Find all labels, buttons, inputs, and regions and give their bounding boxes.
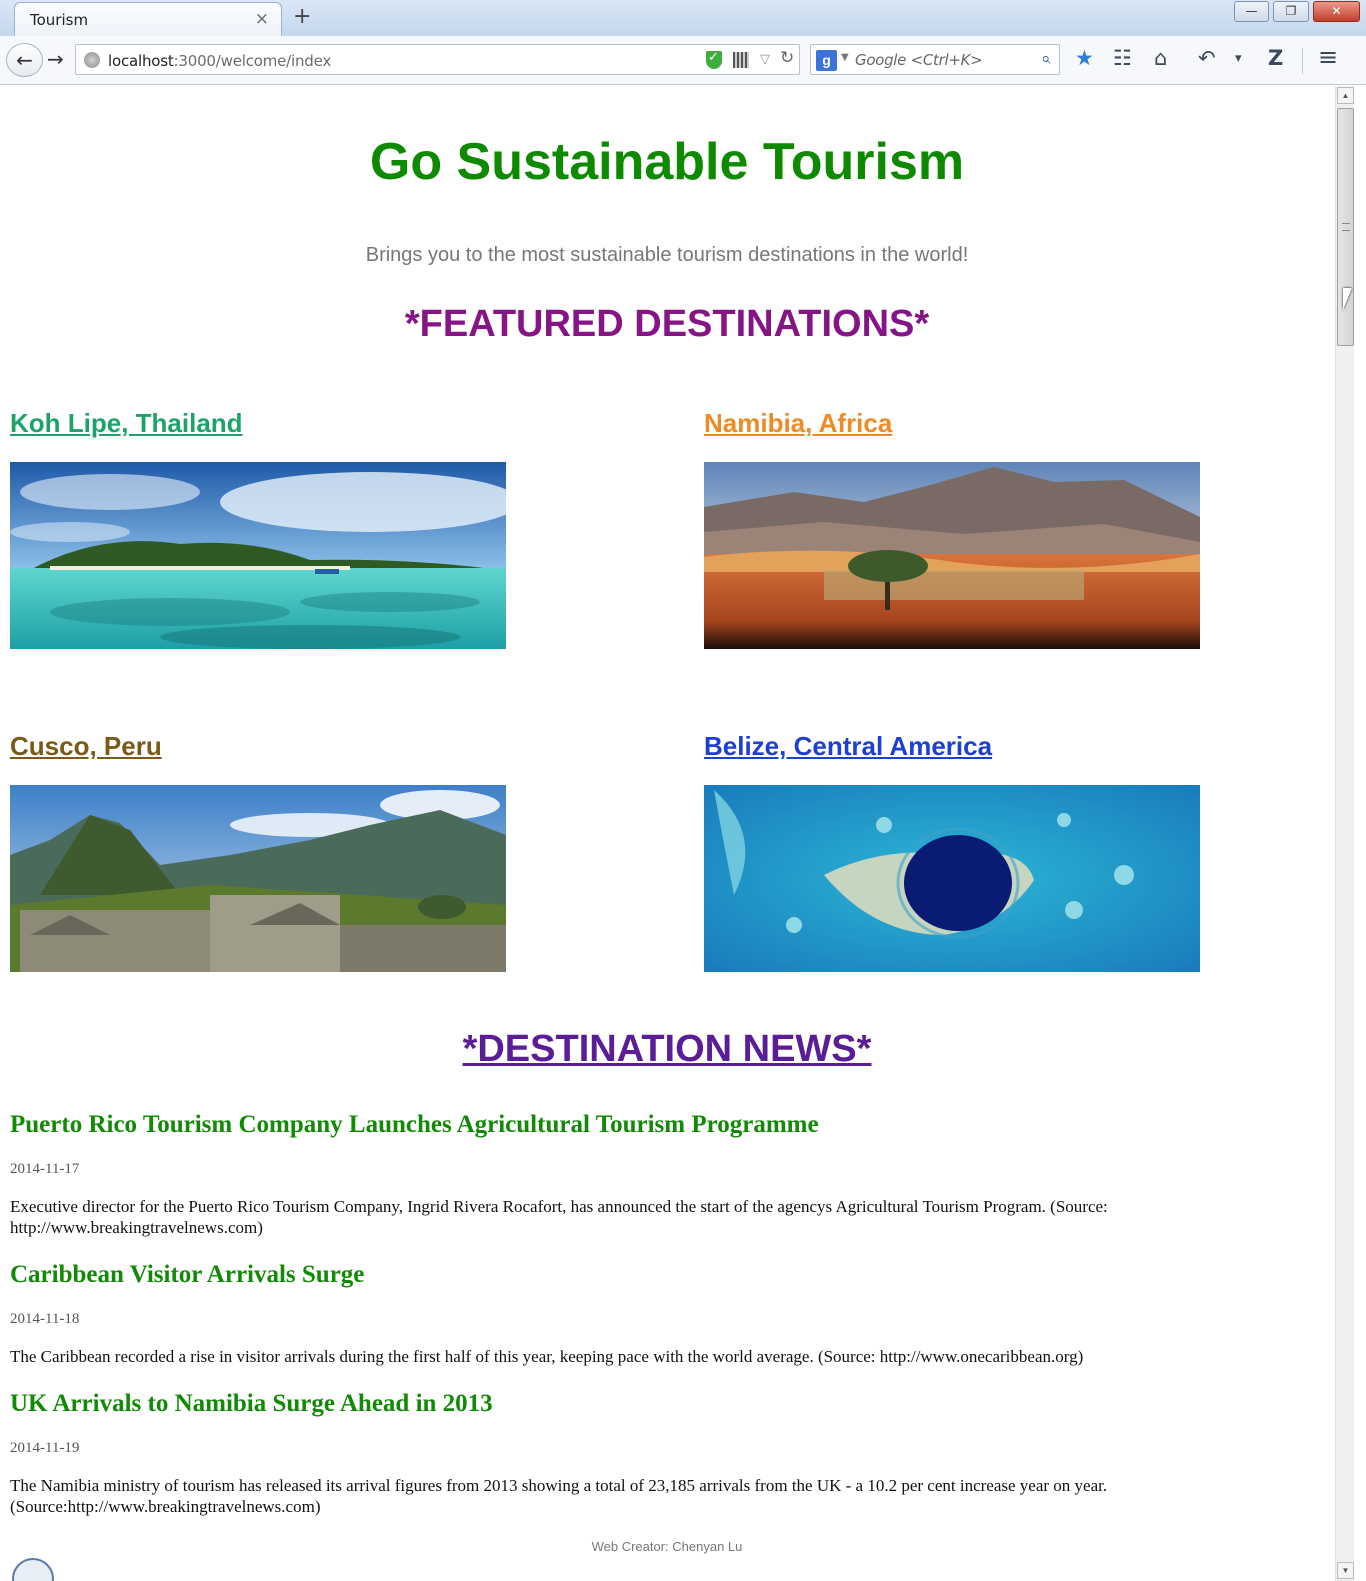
url-host: localhost [108, 52, 174, 70]
vertical-scrollbar[interactable]: ▲ ▼ [1335, 86, 1354, 1581]
corner-badge-icon [12, 1558, 54, 1581]
destination-card: Cusco, Peru [10, 731, 506, 972]
news-heading[interactable]: *DESTINATION NEWS* [0, 1028, 1334, 1071]
url-bar[interactable]: localhost:3000/welcome/index ▽ ↻ [75, 44, 800, 75]
menu-icon[interactable]: ≡ [1318, 43, 1338, 71]
home-icon[interactable]: ⌂ [1154, 46, 1167, 70]
cusco-photo [10, 785, 506, 972]
google-engine-icon[interactable]: g [816, 50, 837, 71]
new-tab-button[interactable]: + [293, 4, 311, 29]
news-headline: Puerto Rico Tourism Company Launches Agr… [10, 1111, 819, 1138]
navigation-toolbar: ← → localhost:3000/welcome/index ▽ ↻ g ▼… [0, 36, 1366, 85]
news-heading-text[interactable]: *DESTINATION NEWS* [463, 1028, 872, 1070]
news-summary: Executive director for the Puerto Rico T… [10, 1197, 1108, 1237]
shield-icon[interactable] [706, 50, 722, 69]
browser-tab[interactable]: Tourism × [14, 2, 282, 36]
news-headline: UK Arrivals to Namibia Surge Ahead in 20… [10, 1390, 493, 1417]
featured-heading: *FEATURED DESTINATIONS* [404, 303, 930, 345]
destination-card: Koh Lipe, Thailand [10, 408, 506, 649]
page-content: Go Sustainable Tourism Brings you to the… [0, 86, 1334, 1581]
namibia-photo [704, 462, 1200, 649]
history-dropdown-icon[interactable]: ▽ [760, 52, 770, 67]
destination-card: Belize, Central America [704, 731, 1200, 972]
zotero-icon[interactable]: Z [1268, 46, 1283, 70]
engine-dropdown-icon[interactable]: ▼ [841, 52, 849, 63]
page-tagline: Brings you to the most sustainable touri… [365, 244, 969, 266]
news-summary: The Caribbean recorded a rise in visitor… [10, 1347, 1084, 1366]
tab-title: Tourism [30, 11, 89, 29]
window-titlebar: Tourism × + — ❐ ✕ [0, 0, 1366, 36]
destination-link-namibia[interactable]: Namibia, Africa [704, 408, 892, 439]
undo-icon[interactable]: ↶ [1198, 46, 1216, 70]
destination-link-cusco[interactable]: Cusco, Peru [10, 731, 162, 762]
search-bar[interactable]: g ▼ Google <Ctrl+K> ⌕ [810, 44, 1060, 75]
page-title: Go Sustainable Tourism [369, 133, 965, 191]
mouse-cursor-icon [1343, 288, 1352, 310]
search-icon[interactable]: ⌕ [1041, 49, 1051, 69]
news-date: 2014-11-17 [10, 1161, 80, 1177]
url-path: :3000/welcome/index [173, 52, 332, 70]
news-date: 2014-11-19 [10, 1440, 80, 1456]
tab-close-icon[interactable]: × [255, 9, 269, 29]
bookmarks-list-icon[interactable]: ☷ [1113, 46, 1132, 70]
scroll-thumb[interactable] [1337, 108, 1354, 346]
footer-credit: Web Creator: Chenyan Lu [591, 1539, 743, 1554]
destination-link-koh-lipe[interactable]: Koh Lipe, Thailand [10, 408, 243, 439]
chevron-down-icon[interactable]: ▾ [1235, 51, 1242, 66]
scroll-down-button[interactable]: ▼ [1337, 1562, 1354, 1579]
news-headline: Caribbean Visitor Arrivals Surge [10, 1261, 365, 1288]
search-input[interactable]: Google <Ctrl+K> [855, 51, 983, 69]
url-text[interactable]: localhost:3000/welcome/index [108, 52, 331, 70]
qr-code-icon[interactable] [733, 52, 749, 68]
destination-card: Namibia, Africa [704, 408, 1200, 649]
koh-lipe-photo [10, 462, 506, 649]
news-item: Puerto Rico Tourism Company Launches Agr… [10, 1111, 1190, 1237]
forward-button[interactable]: → [47, 47, 64, 71]
close-window-button[interactable]: ✕ [1313, 1, 1360, 22]
destination-link-belize[interactable]: Belize, Central America [704, 731, 992, 762]
news-item: Caribbean Visitor Arrivals Surge 2014-11… [10, 1261, 1190, 1366]
globe-icon [84, 52, 100, 68]
back-button[interactable]: ← [6, 43, 43, 77]
restore-button[interactable]: ❐ [1273, 1, 1309, 22]
arrow-left-icon: ← [16, 48, 33, 72]
minimize-button[interactable]: — [1234, 1, 1269, 22]
scroll-grip-icon [1342, 223, 1350, 231]
reload-icon[interactable]: ↻ [780, 48, 794, 68]
scroll-up-button[interactable]: ▲ [1337, 87, 1354, 104]
toolbar-divider [1302, 48, 1303, 74]
news-summary: The Namibia ministry of tourism has rele… [10, 1476, 1108, 1516]
news-date: 2014-11-18 [10, 1311, 80, 1327]
belize-photo [704, 785, 1200, 972]
bookmark-star-icon[interactable]: ★ [1075, 46, 1094, 70]
news-item: UK Arrivals to Namibia Surge Ahead in 20… [10, 1390, 1190, 1516]
